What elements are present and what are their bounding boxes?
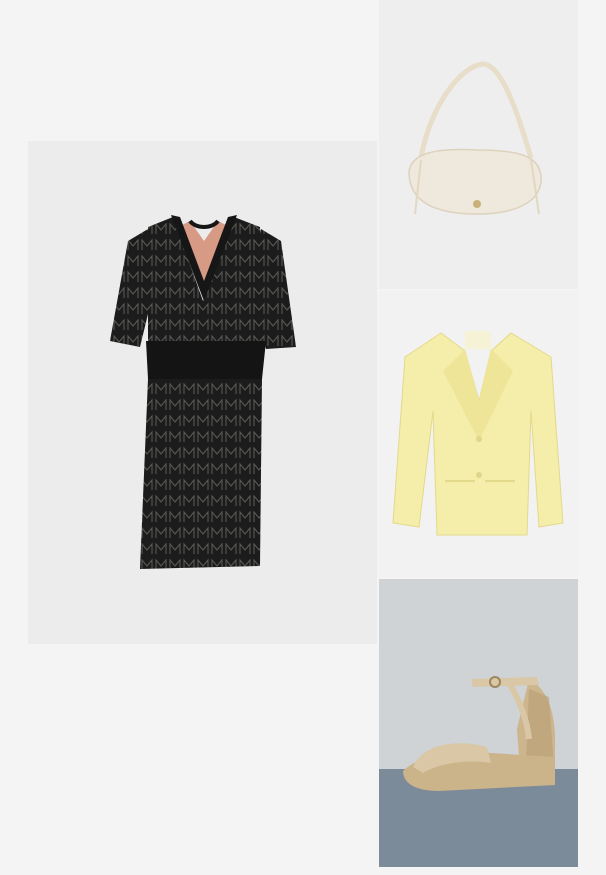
sandal-image-icon: [379, 579, 578, 867]
dress-image-icon: [110, 215, 296, 569]
dress-product-image[interactable]: [28, 141, 377, 644]
blazer-product-image[interactable]: [379, 291, 578, 577]
bag-product-image[interactable]: [379, 0, 578, 289]
sandal-product-image[interactable]: [379, 579, 578, 867]
bag-image-icon: [408, 61, 542, 215]
blazer-image-icon: [392, 331, 564, 536]
